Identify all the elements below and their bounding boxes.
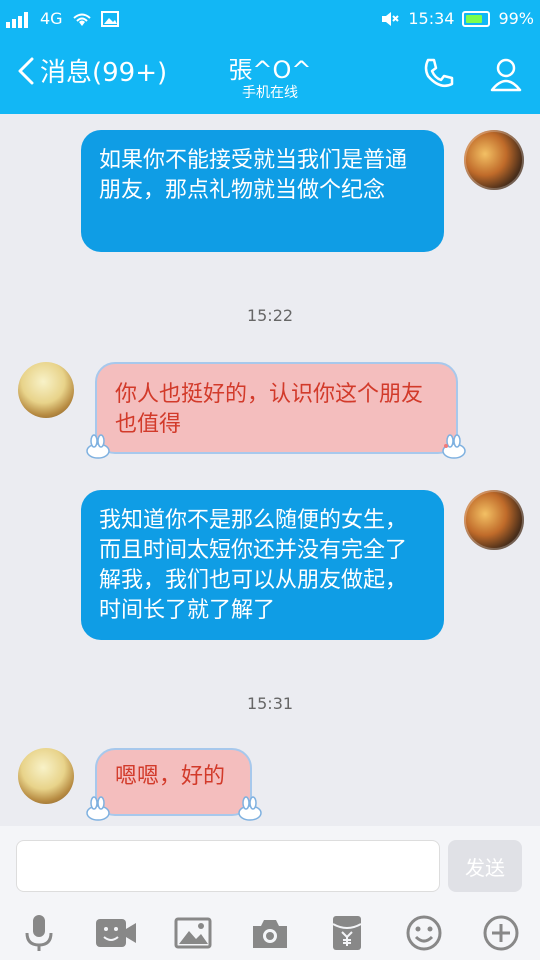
bunny-bubble-decoration-icon (86, 796, 110, 821)
red-packet-button[interactable] (323, 909, 371, 957)
send-button[interactable]: 发送 (448, 840, 522, 892)
video-button[interactable] (92, 909, 140, 957)
battery-fill (466, 14, 483, 23)
bunny-bubble-decoration-icon (442, 434, 466, 459)
battery-percent: 99% (498, 9, 534, 28)
phone-icon (424, 58, 454, 87)
camera-button[interactable] (246, 909, 294, 957)
message-bubble-sent[interactable]: 我知道你不是那么随便的女生，而且时间太短你还并没有完全了解我，我们也可以从朋友做… (81, 490, 444, 640)
video-icon (95, 919, 136, 947)
chat-header: 消息(99+) 張^O^ 手机在线 (0, 36, 540, 114)
composer: 发送 (0, 826, 540, 960)
clock: 15:34 (408, 9, 455, 28)
call-button[interactable] (416, 52, 460, 96)
red-packet-icon (332, 916, 362, 950)
mute-icon (382, 11, 400, 26)
status-bar: 4G 15:34 99% (0, 0, 540, 36)
input-toolbar (0, 906, 540, 960)
chat-area[interactable]: 如果你不能接受就当我们是普通朋友，那点礼物就当做个纪念 15:22 你人也挺好的… (0, 114, 540, 826)
bunny-bubble-decoration-icon (238, 796, 262, 821)
network-label: 4G (40, 9, 63, 28)
microphone-icon (25, 915, 53, 951)
image-button[interactable] (169, 909, 217, 957)
message-input[interactable] (16, 840, 440, 892)
emoji-button[interactable] (400, 909, 448, 957)
contact-avatar[interactable] (18, 362, 74, 418)
user-icon (490, 58, 522, 92)
timestamp: 15:31 (246, 694, 294, 713)
gallery-notification-icon (100, 10, 119, 27)
emoji-icon (406, 915, 442, 951)
message-text: 嗯嗯，好的 (115, 764, 226, 789)
plus-icon (483, 915, 519, 951)
my-avatar[interactable] (464, 490, 524, 550)
message-text: 我知道你不是那么随便的女生，而且时间太短你还并没有完全了解我，我们也可以从朋友做… (99, 508, 408, 623)
bunny-bubble-decoration-icon (86, 434, 110, 459)
voice-button[interactable] (15, 909, 63, 957)
wifi-icon (72, 13, 91, 26)
more-button[interactable] (477, 909, 525, 957)
image-icon (174, 917, 212, 949)
battery-icon (462, 10, 491, 27)
message-text: 如果你不能接受就当我们是普通朋友，那点礼物就当做个纪念 (99, 148, 408, 203)
profile-button[interactable] (484, 52, 528, 96)
signal-icon (6, 11, 28, 28)
my-avatar[interactable] (464, 130, 524, 190)
camera-icon (252, 920, 287, 948)
message-text: 你人也挺好的，认识你这个朋友也值得 (115, 382, 424, 437)
message-bubble-received[interactable]: 你人也挺好的，认识你这个朋友也值得 (95, 362, 458, 454)
timestamp: 15:22 (246, 306, 294, 325)
status-right: 15:34 99% (380, 9, 534, 28)
message-bubble-sent[interactable]: 如果你不能接受就当我们是普通朋友，那点礼物就当做个纪念 (81, 130, 444, 252)
message-bubble-received[interactable]: 嗯嗯，好的 (95, 748, 252, 816)
status-left: 4G (6, 9, 119, 28)
contact-avatar[interactable] (18, 748, 74, 804)
